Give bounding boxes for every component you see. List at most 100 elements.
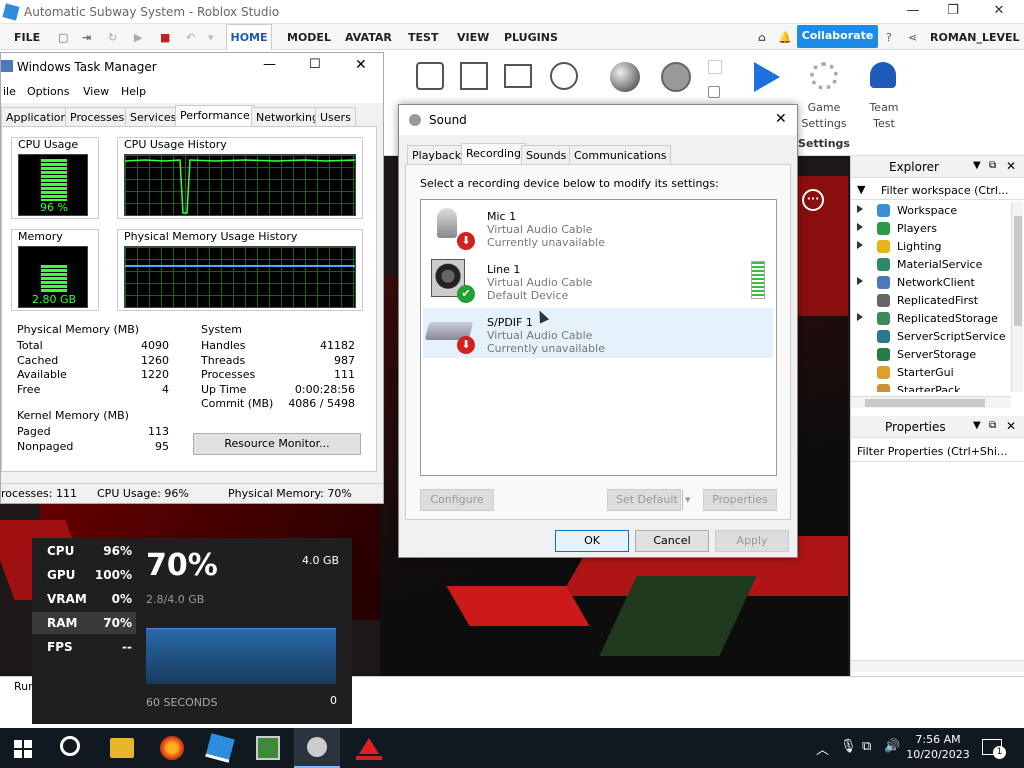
configure-button[interactable]: Configure	[420, 489, 494, 511]
tab-performance[interactable]: Performance	[175, 105, 255, 127]
home-icon[interactable]: ⌂	[758, 31, 766, 44]
overlay-metric-vram[interactable]: VRAM 0%	[32, 588, 136, 610]
dropdown-icon[interactable]: ▾	[208, 31, 214, 44]
close-icon[interactable]: ✕	[355, 57, 367, 73]
explorer-filter-input[interactable]: Filter workspace (Ctrl...	[881, 184, 1008, 197]
search-icon[interactable]	[60, 736, 80, 756]
menu-model[interactable]: MODEL	[287, 31, 331, 44]
explorer-item[interactable]: StarterPack	[851, 382, 1011, 392]
expand-arrow-icon[interactable]	[857, 223, 863, 231]
expand-arrow-icon[interactable]	[857, 241, 863, 249]
ui-icon[interactable]	[504, 64, 532, 88]
explorer-filter[interactable]: ▼ Filter workspace (Ctrl...	[851, 180, 1024, 200]
close-icon[interactable]: ✕	[984, 3, 1014, 18]
properties-button[interactable]: Properties	[703, 489, 777, 511]
tab-playback[interactable]: Playback	[407, 145, 467, 165]
overlay-metric-cpu[interactable]: CPU 96%	[32, 540, 136, 562]
explorer-item[interactable]: ServerScriptService	[851, 328, 1011, 346]
undock-icon[interactable]: ⧉	[989, 160, 996, 171]
set-default-button[interactable]: Set Default ▾	[607, 489, 691, 511]
minimize-icon[interactable]: —	[263, 57, 276, 72]
menu-home[interactable]: HOME	[226, 24, 272, 50]
explorer-item[interactable]: MaterialService	[851, 256, 1011, 274]
notification-icon[interactable]: 1	[982, 739, 1006, 759]
volume-icon[interactable]: 🔊	[884, 739, 900, 754]
share-icon[interactable]: ⋖	[908, 31, 917, 44]
menu-view[interactable]: View	[83, 85, 109, 98]
tab-processes[interactable]: Processes	[65, 107, 130, 127]
cancel-button[interactable]: Cancel	[635, 530, 709, 552]
restore-icon[interactable]: ❐	[938, 3, 968, 18]
firefox-icon[interactable]	[160, 736, 184, 760]
menu-test[interactable]: TEST	[408, 31, 438, 44]
expand-arrow-icon[interactable]	[857, 205, 863, 213]
minimize-icon[interactable]: —	[898, 3, 928, 18]
close-icon[interactable]: ✕	[1006, 419, 1016, 433]
bell-icon[interactable]: 🔔	[778, 31, 792, 44]
clock-date[interactable]: 10/20/2023	[906, 748, 970, 761]
expand-arrow-icon[interactable]	[857, 313, 863, 321]
new-file-icon[interactable]: ▢	[58, 31, 68, 44]
device-mic-1[interactable]: ⬇ Mic 1 Virtual Audio Cable Currently un…	[423, 202, 773, 252]
microphone-tray-icon[interactable]: 🎙	[840, 739, 857, 754]
collaborate-button[interactable]: Collaborate	[797, 25, 878, 48]
undo-icon[interactable]: ↶	[186, 31, 195, 44]
menu-file[interactable]: ile	[3, 85, 16, 98]
properties-hscrollbar[interactable]	[851, 660, 1024, 672]
device-line-1[interactable]: ✔ Line 1 Virtual Audio Cable Default Dev…	[423, 255, 773, 305]
tab-services[interactable]: Services	[125, 107, 182, 127]
chevron-down-icon[interactable]: ▾	[685, 490, 691, 510]
username[interactable]: ROMAN_LEVEL	[930, 31, 1020, 44]
device-spdif-1[interactable]: ⬇ S/PDIF 1 Virtual Audio Cable Currently…	[423, 308, 773, 358]
import-icon[interactable]	[550, 62, 578, 90]
explorer-item[interactable]: ReplicatedStorage	[851, 310, 1011, 328]
menu-plugins[interactable]: PLUGINS	[504, 31, 558, 44]
explorer-hscrollbar[interactable]	[851, 396, 1011, 408]
tab-communications[interactable]: Communications	[569, 145, 672, 165]
roblox-studio-icon[interactable]	[205, 733, 235, 763]
close-icon[interactable]: ✕	[1006, 159, 1016, 173]
explorer-item[interactable]: Lighting	[851, 238, 1011, 256]
redo-icon[interactable]: ↻	[108, 31, 117, 44]
sound-app-active[interactable]	[294, 728, 340, 768]
explorer-scrollbar[interactable]	[1011, 202, 1023, 392]
play-icon[interactable]: ▶	[134, 31, 142, 44]
tab-recording[interactable]: Recording	[461, 143, 527, 165]
menu-file[interactable]: FILE	[14, 31, 40, 44]
gear-icon[interactable]	[810, 62, 838, 90]
apply-button[interactable]: Apply	[715, 530, 789, 552]
task-manager-icon[interactable]	[256, 736, 280, 760]
menu-avatar[interactable]: AVATAR	[345, 31, 392, 44]
properties-filter-input[interactable]: Filter Properties (Ctrl+Shi...	[857, 445, 1007, 458]
properties-filter[interactable]: Filter Properties (Ctrl+Shi...	[851, 440, 1024, 462]
help-icon[interactable]: ?	[886, 31, 892, 44]
maximize-icon[interactable]: ☐	[309, 57, 321, 72]
overlay-metric-gpu[interactable]: GPU 100%	[32, 564, 136, 586]
explorer-item[interactable]: NetworkClient	[851, 274, 1011, 292]
explorer-item[interactable]: StarterGui	[851, 364, 1011, 382]
team-test-icon[interactable]	[870, 62, 896, 88]
lock-icon[interactable]	[708, 86, 720, 98]
recording-app-icon[interactable]	[356, 736, 382, 760]
material-icon[interactable]	[610, 62, 640, 92]
menu-options[interactable]: Options	[27, 85, 69, 98]
explorer-item[interactable]: Workspace	[851, 202, 1011, 220]
tab-users[interactable]: Users	[315, 107, 356, 127]
group-icon[interactable]	[708, 60, 722, 74]
stop-icon[interactable]: ■	[160, 31, 170, 44]
menu-view[interactable]: VIEW	[457, 31, 489, 44]
play-test-icon[interactable]	[754, 62, 780, 92]
chevron-up-icon[interactable]: ︿	[816, 739, 829, 758]
tab-networking[interactable]: Networking	[251, 107, 324, 127]
windows-start-icon[interactable]	[14, 740, 32, 758]
undock-icon[interactable]: ⧉	[989, 420, 996, 431]
overlay-metric-fps[interactable]: FPS --	[32, 636, 136, 658]
overlay-metric-ram[interactable]: RAM 70%	[32, 612, 136, 634]
open-icon[interactable]: ⇥	[82, 31, 91, 44]
clock-time[interactable]: 7:56 AM	[914, 733, 962, 746]
expand-arrow-icon[interactable]	[857, 277, 863, 285]
explorer-item[interactable]: ReplicatedFirst	[851, 292, 1011, 310]
chevron-down-icon[interactable]: ▼	[973, 420, 981, 431]
chevron-down-icon[interactable]: ▼	[973, 160, 981, 171]
team-test-button[interactable]: Team Test	[854, 100, 914, 132]
